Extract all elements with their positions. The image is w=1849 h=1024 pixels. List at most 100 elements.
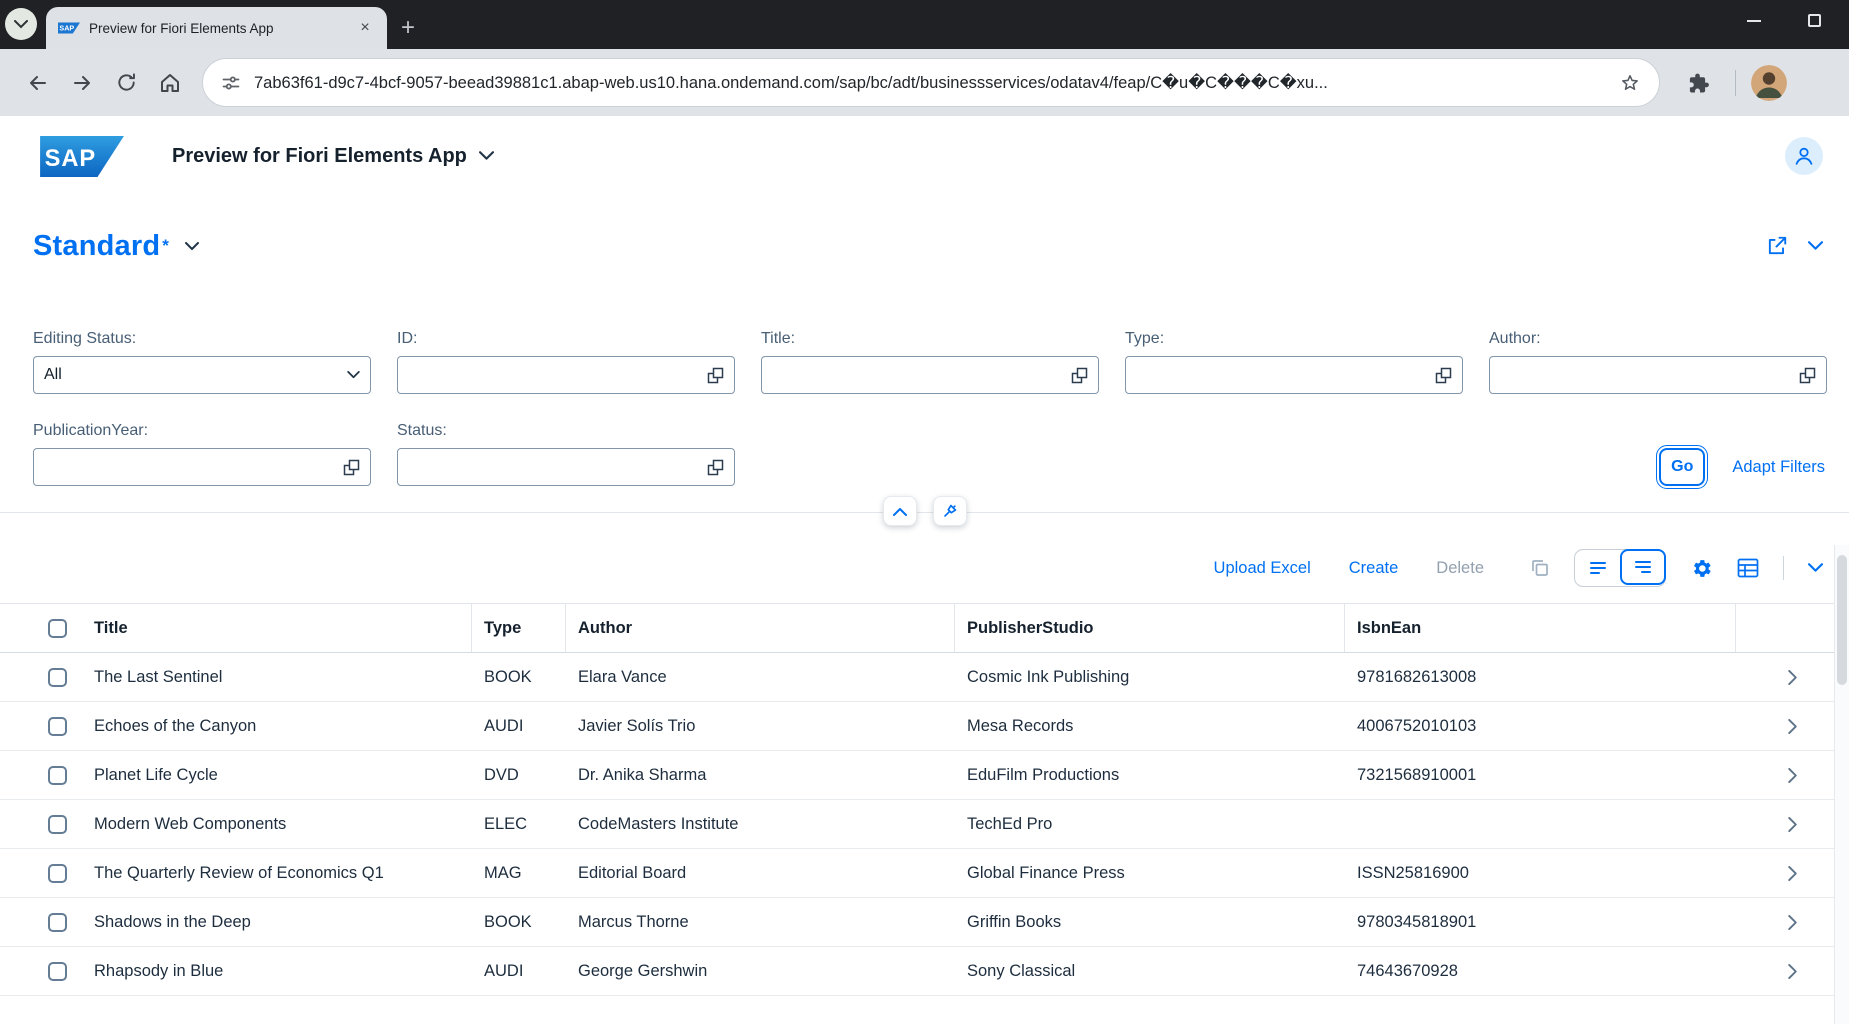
home-button[interactable] xyxy=(148,61,192,105)
table-settings-button[interactable] xyxy=(1690,557,1713,580)
row-checkbox[interactable] xyxy=(48,717,67,736)
table-row[interactable]: Modern Web Components ELEC CodeMasters I… xyxy=(0,800,1849,849)
value-help-icon[interactable] xyxy=(707,459,724,476)
chevron-right-icon xyxy=(1788,768,1797,783)
cell-select xyxy=(0,766,83,785)
header-cell-publisherstudio[interactable]: PublisherStudio xyxy=(955,604,1345,652)
share-icon[interactable] xyxy=(1766,235,1788,257)
row-checkbox[interactable] xyxy=(48,815,67,834)
header-cell-isbnean[interactable]: IsbnEan xyxy=(1345,604,1736,652)
app-title[interactable]: Preview for Fiori Elements App xyxy=(172,145,467,168)
browser-tab[interactable]: SAP Preview for Fiori Elements App × xyxy=(46,7,387,49)
header-cell-title[interactable]: Title xyxy=(83,604,472,652)
tab-list-button[interactable] xyxy=(5,8,37,40)
value-help-icon[interactable] xyxy=(1071,367,1088,384)
row-navigation[interactable] xyxy=(1736,670,1849,685)
row-navigation[interactable] xyxy=(1736,964,1849,979)
app-title-chevron-down-icon[interactable] xyxy=(479,151,494,161)
table-row[interactable]: The Quarterly Review of Economics Q1 MAG… xyxy=(0,849,1849,898)
row-navigation[interactable] xyxy=(1736,866,1849,881)
lines-right-icon xyxy=(1633,559,1653,575)
row-checkbox[interactable] xyxy=(48,913,67,932)
table-row[interactable]: Rhapsody in Blue AUDI George Gershwin So… xyxy=(0,947,1849,996)
author-filter-input[interactable] xyxy=(1500,366,1799,384)
view-segment-right-button[interactable] xyxy=(1620,549,1666,585)
value-help-icon[interactable] xyxy=(1435,367,1452,384)
extensions-button[interactable] xyxy=(1676,61,1720,105)
url-text[interactable]: 7ab63f61-d9c7-4bcf-9057-beead39881c1.aba… xyxy=(254,73,1619,93)
export-button[interactable] xyxy=(1737,558,1759,578)
bookmark-star-icon[interactable] xyxy=(1619,72,1641,94)
divider xyxy=(1735,70,1736,96)
site-info-icon[interactable] xyxy=(221,73,241,93)
go-button[interactable]: Go xyxy=(1659,448,1705,486)
url-bar[interactable]: 7ab63f61-d9c7-4bcf-9057-beead39881c1.aba… xyxy=(202,58,1660,107)
variant-chevron-down-icon[interactable] xyxy=(185,242,199,251)
table-header-row: Title Type Author PublisherStudio IsbnEa… xyxy=(0,603,1849,653)
sap-favicon: SAP xyxy=(58,22,80,34)
row-checkbox[interactable] xyxy=(48,864,67,883)
window-maximize-button[interactable] xyxy=(1808,14,1821,27)
value-help-icon[interactable] xyxy=(343,459,360,476)
refresh-button[interactable] xyxy=(104,61,148,105)
status-filter-input[interactable] xyxy=(408,458,707,476)
id-filter-input[interactable] xyxy=(408,366,707,384)
editing-status-select[interactable]: All xyxy=(33,356,371,394)
table-row[interactable]: Planet Life Cycle DVD Dr. Anika Sharma E… xyxy=(0,751,1849,800)
variant-title[interactable]: Standard xyxy=(33,230,160,263)
pin-filter-button[interactable] xyxy=(933,496,967,526)
browser-navbar: 7ab63f61-d9c7-4bcf-9057-beead39881c1.aba… xyxy=(0,49,1849,116)
new-tab-button[interactable]: + xyxy=(401,16,415,40)
toolbar-overflow-button[interactable] xyxy=(1808,563,1823,573)
cell-type: AUDI xyxy=(472,962,566,981)
view-segment-left-button[interactable] xyxy=(1575,550,1621,586)
scrollbar-thumb[interactable] xyxy=(1837,555,1847,685)
header-cell-type[interactable]: Type xyxy=(472,604,566,652)
value-help-icon[interactable] xyxy=(1799,367,1816,384)
back-button[interactable] xyxy=(16,61,60,105)
row-navigation[interactable] xyxy=(1736,817,1849,832)
row-checkbox[interactable] xyxy=(48,668,67,687)
title-filter-input[interactable] xyxy=(772,366,1071,384)
table-row[interactable]: Echoes of the Canyon AUDI Javier Solís T… xyxy=(0,702,1849,751)
upload-excel-button[interactable]: Upload Excel xyxy=(1214,559,1311,578)
publicationyear-filter-input[interactable] xyxy=(44,458,343,476)
cell-publisherstudio: Mesa Records xyxy=(955,717,1345,736)
back-arrow-icon xyxy=(26,71,50,95)
table-row[interactable]: Shadows in the Deep BOOK Marcus Thorne G… xyxy=(0,898,1849,947)
spreadsheet-icon xyxy=(1737,558,1759,578)
value-help-icon[interactable] xyxy=(707,367,724,384)
header-chevron-down-icon[interactable] xyxy=(1808,241,1823,251)
filter-bar: Editing Status: All ID: Title: Type: Aut… xyxy=(0,330,1849,486)
cell-title: Planet Life Cycle xyxy=(83,766,472,785)
cell-publisherstudio: Global Finance Press xyxy=(955,864,1345,883)
create-button[interactable]: Create xyxy=(1349,559,1399,578)
cell-author: George Gershwin xyxy=(566,962,955,981)
collapse-filter-button[interactable] xyxy=(883,496,917,526)
row-navigation[interactable] xyxy=(1736,719,1849,734)
filter-label: Editing Status: xyxy=(33,330,371,348)
svg-text:SAP: SAP xyxy=(59,25,74,33)
copy-button[interactable] xyxy=(1530,558,1550,578)
table-row[interactable]: The Last Sentinel BOOK Elara Vance Cosmi… xyxy=(0,653,1849,702)
row-navigation[interactable] xyxy=(1736,768,1849,783)
forward-button[interactable] xyxy=(60,61,104,105)
row-navigation[interactable] xyxy=(1736,915,1849,930)
row-checkbox[interactable] xyxy=(48,962,67,981)
vertical-scrollbar[interactable] xyxy=(1834,545,1849,1024)
select-all-checkbox[interactable] xyxy=(48,619,67,638)
adapt-filters-link[interactable]: Adapt Filters xyxy=(1732,458,1825,477)
cell-title: Modern Web Components xyxy=(83,815,472,834)
filter-bar-divider xyxy=(0,512,1849,513)
cell-isbnean: 9781682613008 xyxy=(1345,668,1736,687)
cell-title: Shadows in the Deep xyxy=(83,913,472,932)
type-filter-input[interactable] xyxy=(1136,366,1435,384)
profile-avatar[interactable] xyxy=(1751,65,1787,101)
person-icon xyxy=(1793,145,1815,167)
tab-close-icon[interactable]: × xyxy=(355,18,375,38)
window-minimize-button[interactable] xyxy=(1747,20,1761,22)
delete-button[interactable]: Delete xyxy=(1436,559,1484,578)
user-avatar-button[interactable] xyxy=(1785,137,1823,175)
header-cell-author[interactable]: Author xyxy=(566,604,955,652)
row-checkbox[interactable] xyxy=(48,766,67,785)
